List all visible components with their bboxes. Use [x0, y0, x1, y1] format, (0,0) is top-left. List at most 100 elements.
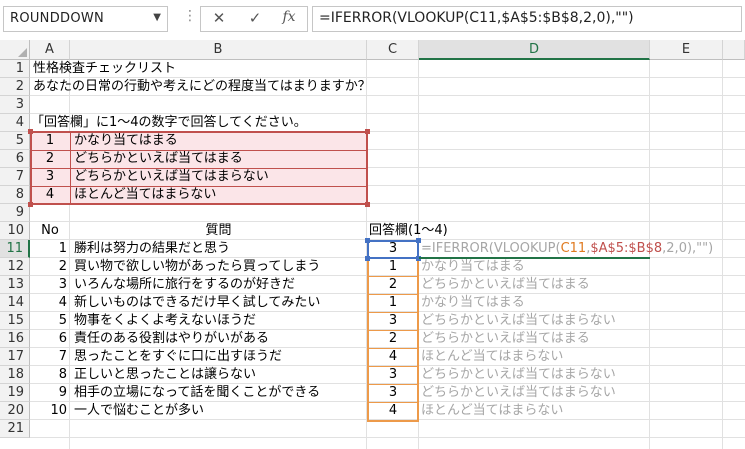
row-header-8[interactable]: 8: [0, 186, 30, 204]
select-all-icon: [18, 48, 27, 57]
item-question[interactable]: 物事をくよくよ考えないほうだ: [74, 312, 256, 330]
row-header-15[interactable]: 15: [0, 312, 30, 330]
result-cell[interactable]: かなり当てはまる: [421, 258, 525, 276]
answer-cell[interactable]: 1: [367, 294, 419, 312]
spreadsheet-grid: ABCDE 1 2 3 4 5 6 7 8 9 10 11 12 13 14 15 16 17 18 19 20 21 …: [0, 40, 745, 449]
column-header-C[interactable]: C: [367, 40, 419, 60]
answer-cell[interactable]: 3: [367, 384, 419, 402]
cancel-icon[interactable]: ✕: [209, 9, 229, 27]
row-header-11[interactable]: 11: [0, 240, 30, 258]
item-number[interactable]: 9: [30, 384, 67, 402]
more-options-icon[interactable]: ⋮: [183, 8, 197, 24]
item-number[interactable]: 1: [30, 240, 67, 258]
header-answer[interactable]: 回答欄(1～4): [369, 222, 448, 240]
answer-cell[interactable]: 2: [367, 276, 419, 294]
select-all-button[interactable]: [0, 40, 30, 60]
item-number[interactable]: 2: [30, 258, 67, 276]
result-cell[interactable]: かなり当てはまる: [421, 294, 525, 312]
row-header-9[interactable]: 9: [0, 204, 30, 222]
row-header-21[interactable]: 21: [0, 420, 30, 438]
edit-formula-range: $A$5:$B$8: [590, 241, 663, 256]
answer-cell[interactable]: 3: [367, 366, 419, 384]
item-question[interactable]: 新しいものはできるだけ早く試してみたい: [74, 294, 320, 312]
formula-buttons: ✕ ✓ fx: [200, 6, 308, 32]
answer-cell[interactable]: 3: [367, 312, 419, 330]
column-header-partial[interactable]: [723, 40, 745, 60]
result-cell[interactable]: どちらかといえば当てはまらない: [421, 384, 616, 402]
column-header-E[interactable]: E: [650, 40, 723, 60]
row-header-5[interactable]: 5: [0, 132, 30, 150]
sheet-instruction[interactable]: 「回答欄」に1～4の数字で回答してください。: [31, 114, 307, 132]
item-question[interactable]: 一人で悩むことが多い: [74, 402, 204, 420]
row-header-12[interactable]: 12: [0, 258, 30, 276]
row-header-13[interactable]: 13: [0, 276, 30, 294]
name-box-value: ROUNDDOWN: [10, 11, 105, 26]
row-header-10[interactable]: 10: [0, 222, 30, 240]
row-header-1[interactable]: 1: [0, 60, 30, 78]
item-number[interactable]: 5: [30, 312, 67, 330]
gridline: [722, 60, 723, 449]
range-handle[interactable]: [365, 256, 370, 261]
result-cell[interactable]: どちらかといえば当てはまる: [421, 330, 590, 348]
header-question[interactable]: 質問: [70, 222, 367, 240]
item-number[interactable]: 3: [30, 276, 67, 294]
range-handle[interactable]: [365, 202, 370, 207]
lookup-range-border: [30, 131, 368, 205]
sheet-title[interactable]: 性格検査チェックリスト: [33, 60, 176, 78]
item-question[interactable]: いろんな場所に旅行をするのが好きだ: [74, 276, 295, 294]
item-question[interactable]: 勝利は努力の結果だと思う: [74, 240, 230, 258]
row-header-18[interactable]: 18: [0, 366, 30, 384]
column-header-D[interactable]: D: [419, 40, 650, 60]
item-number[interactable]: 6: [30, 330, 67, 348]
answer-cell: 3: [388, 241, 398, 256]
result-cell[interactable]: どちらかといえば当てはまらない: [421, 312, 616, 330]
edit-formula[interactable]: =IFERROR(VLOOKUP(C11,$A$5:$B$8,2,0),""): [421, 240, 713, 258]
item-number[interactable]: 7: [30, 348, 67, 366]
result-cell[interactable]: ほとんど当てはまらない: [421, 402, 563, 420]
answer-cell[interactable]: 4: [367, 402, 419, 420]
range-handle[interactable]: [365, 238, 370, 243]
row-header-16[interactable]: 16: [0, 330, 30, 348]
formula-text: =IFERROR(VLOOKUP(C11,$A$5:$B$8,2,0),""): [319, 10, 634, 26]
name-box[interactable]: ROUNDDOWN ▼: [3, 6, 168, 32]
row-header-17[interactable]: 17: [0, 348, 30, 366]
column-header-A[interactable]: A: [30, 40, 70, 60]
result-cell[interactable]: どちらかといえば当てはまらない: [421, 366, 616, 384]
item-number[interactable]: 4: [30, 294, 67, 312]
row-header-4[interactable]: 4: [0, 114, 30, 132]
enter-icon[interactable]: ✓: [245, 9, 265, 27]
result-cell[interactable]: どちらかといえば当てはまる: [421, 276, 590, 294]
answer-cell[interactable]: 4: [367, 348, 419, 366]
range-handle[interactable]: [28, 202, 33, 207]
gridline: [30, 437, 745, 438]
row-header-2[interactable]: 2: [0, 78, 30, 96]
chevron-down-icon[interactable]: ▼: [153, 12, 161, 23]
row-header-3[interactable]: 3: [0, 96, 30, 114]
sheet-question[interactable]: あなたの日常の行動や考えにどの程度当てはまりますか？: [33, 78, 371, 96]
item-question[interactable]: 思ったことをすぐに口に出すほうだ: [74, 348, 282, 366]
row-header-6[interactable]: 6: [0, 150, 30, 168]
insert-function-icon[interactable]: fx: [279, 9, 299, 25]
item-number[interactable]: 10: [30, 402, 67, 420]
item-question[interactable]: 買い物で欲しい物があったら買ってしまう: [74, 258, 320, 276]
item-question[interactable]: 正しいと思ったことは譲らない: [74, 366, 256, 384]
formula-bar: ROUNDDOWN ▼ ⋮ ✕ ✓ fx =IFERROR(VLOOKUP(C1…: [0, 0, 745, 41]
item-question[interactable]: 相手の立場になって話を聞くことができる: [74, 384, 320, 402]
result-cell[interactable]: ほとんど当てはまらない: [421, 348, 563, 366]
range-handle[interactable]: [365, 129, 370, 134]
edit-formula-ref: C11: [560, 241, 587, 256]
edit-formula-part: ,2,0),""): [662, 241, 714, 256]
answer-cell[interactable]: 1: [367, 258, 419, 276]
item-question[interactable]: 責任のある役割はやりがいがある: [74, 330, 269, 348]
row-header-7[interactable]: 7: [0, 168, 30, 186]
edit-formula-part: =IFERROR(VLOOKUP(: [421, 241, 561, 256]
formula-input[interactable]: =IFERROR(VLOOKUP(C11,$A$5:$B$8,2,0),""): [312, 6, 742, 32]
header-no[interactable]: No: [30, 222, 70, 240]
row-header-20[interactable]: 20: [0, 402, 30, 420]
row-header-19[interactable]: 19: [0, 384, 30, 402]
answer-cell[interactable]: 2: [367, 330, 419, 348]
item-number[interactable]: 8: [30, 366, 67, 384]
column-header-B[interactable]: B: [70, 40, 367, 60]
row-header-14[interactable]: 14: [0, 294, 30, 312]
range-handle[interactable]: [28, 129, 33, 134]
